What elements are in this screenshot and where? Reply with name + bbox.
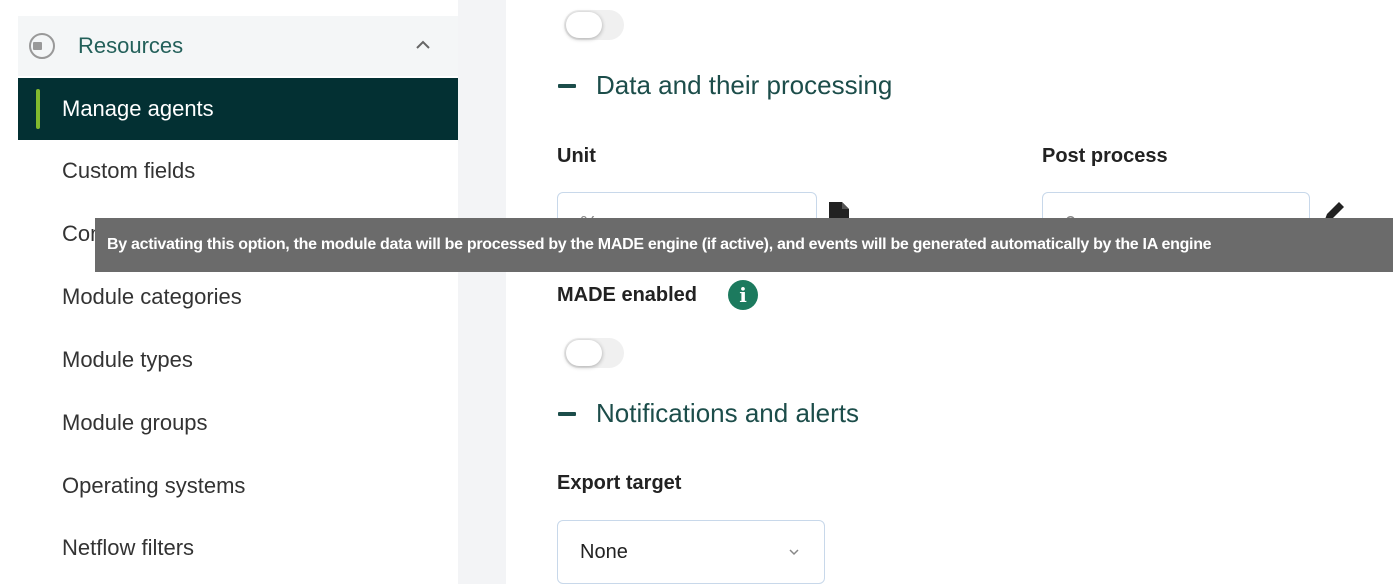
section-title-text: Notifications and alerts [596, 398, 860, 428]
sidebar-gutter [458, 0, 506, 584]
sidebar-item-label: Module categories [62, 284, 242, 309]
info-icon[interactable]: i [728, 280, 758, 310]
sidebar-item-manage-agents[interactable]: Manage agents [18, 78, 458, 140]
export-target-label: Export target [557, 472, 682, 494]
sidebar-item-label: Custom fields [62, 158, 196, 183]
collapse-dash-icon [558, 411, 576, 416]
top-toggle[interactable] [564, 10, 624, 40]
section-data-processing[interactable]: Data and their processing [558, 70, 892, 101]
sidebar-item-label: Module types [62, 347, 193, 372]
post-process-label: Post process [1042, 145, 1168, 167]
made-enabled-label: MADE enabled [557, 284, 698, 306]
toggle-knob [566, 340, 602, 366]
sidebar-item-netflow-filters[interactable]: Netflow filters [18, 517, 458, 579]
toggle-knob [566, 12, 602, 38]
sidebar-item-label: Module groups [62, 410, 208, 435]
sidebar-item-custom-fields[interactable]: Custom fields [18, 140, 458, 202]
collapse-dash-icon [558, 83, 576, 88]
section-notifications-alerts[interactable]: Notifications and alerts [558, 398, 859, 429]
resources-label: Resources [78, 33, 184, 58]
resources-icon [26, 30, 58, 62]
chevron-down-icon [789, 549, 799, 556]
export-target-value: None [580, 540, 628, 563]
resources-menu-header[interactable]: Resources [18, 16, 458, 76]
sidebar-item-label: Netflow filters [62, 535, 195, 560]
sidebar-item-operating-systems[interactable]: Operating systems [18, 455, 458, 517]
sidebar-item-label: Manage agents [62, 96, 214, 121]
sidebar-item-module-types[interactable]: Module types [18, 329, 458, 391]
unit-label: Unit [557, 145, 596, 167]
section-title-text: Data and their processing [596, 70, 893, 100]
chevron-up-icon[interactable] [414, 36, 432, 54]
made-info-tooltip: By activating this option, the module da… [95, 218, 1393, 272]
sidebar-item-module-categories[interactable]: Module categories [18, 266, 458, 328]
sidebar-item-module-groups[interactable]: Module groups [18, 392, 458, 454]
export-target-select[interactable]: None [557, 520, 825, 584]
tooltip-text: By activating this option, the module da… [107, 236, 1212, 253]
made-enabled-toggle[interactable] [564, 338, 624, 368]
sidebar-item-label: Operating systems [62, 473, 246, 498]
sidebar: Resources Manage agents Custom fields Co… [0, 0, 458, 584]
